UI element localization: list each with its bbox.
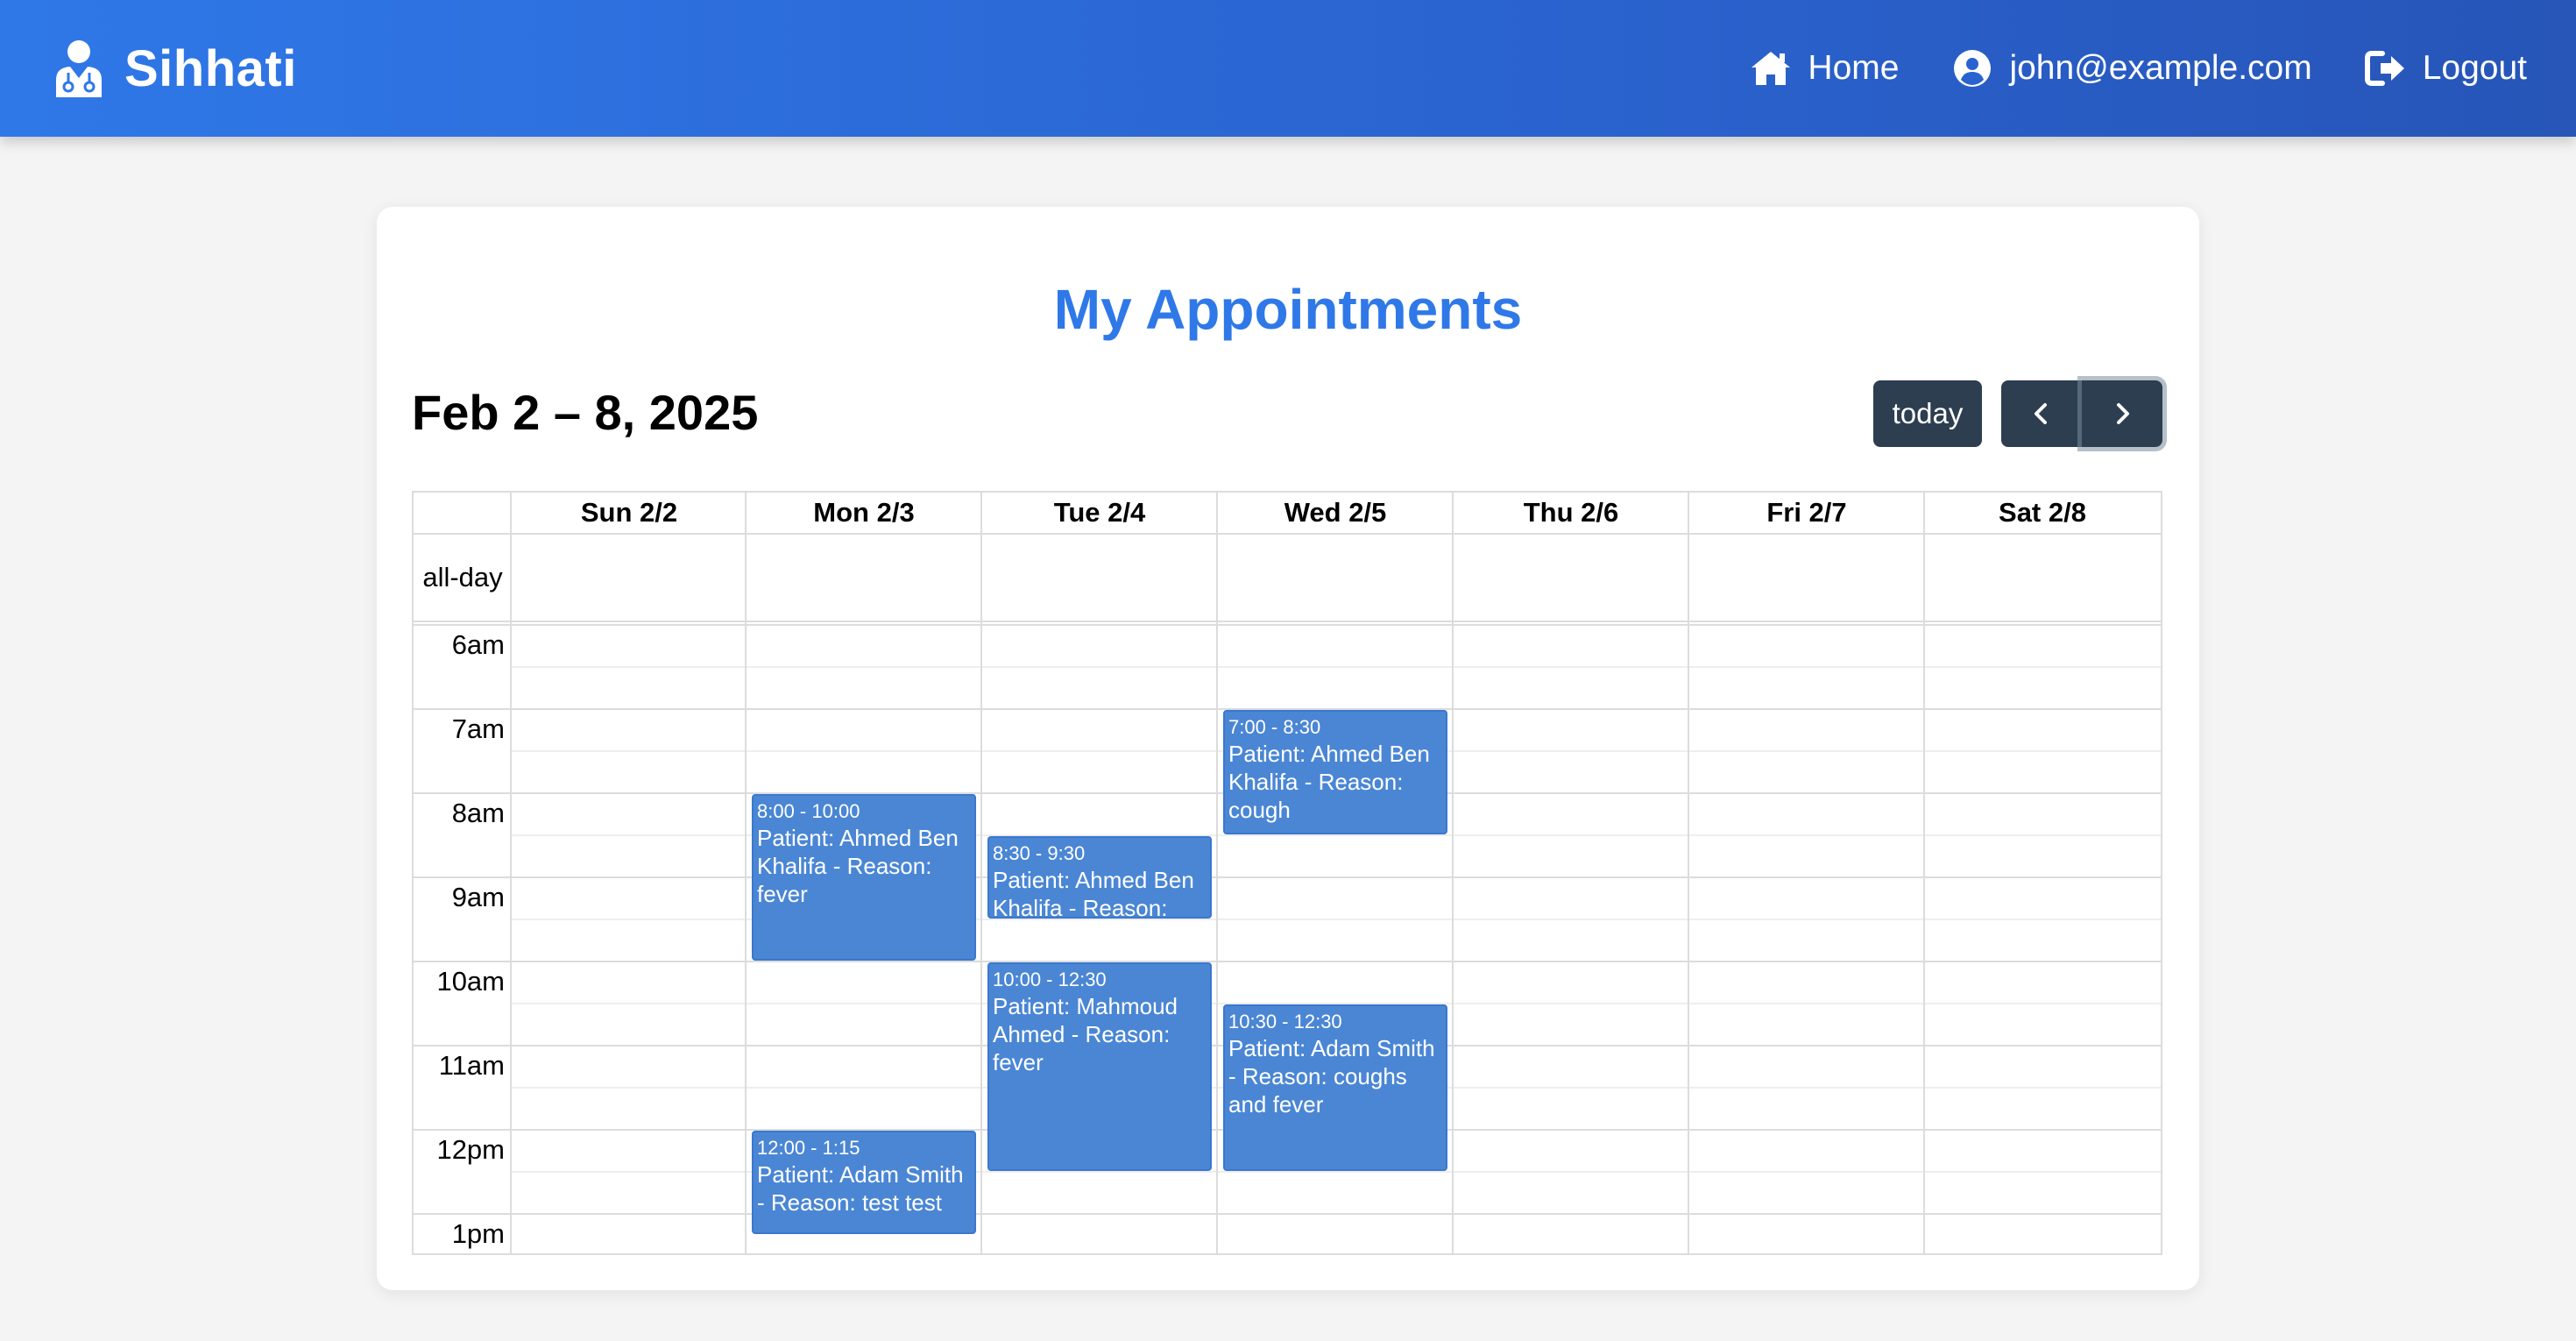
next-week-button[interactable]	[2082, 380, 2162, 447]
event-title: Patient: Ahmed Ben Khalifa - Reason:	[993, 867, 1194, 919]
day-header[interactable]: Tue 2/4	[982, 493, 1217, 533]
day-header[interactable]: Sat 2/8	[1925, 493, 2160, 533]
column-line	[745, 493, 747, 1253]
prev-week-button[interactable]	[2001, 380, 2082, 447]
event-title: Patient: Mahmoud Ahmed - Reason: fever	[993, 993, 1178, 1075]
appointment-event[interactable]: 10:30 - 12:30 Patient: Adam Smith - Reas…	[1223, 1004, 1447, 1171]
day-header[interactable]: Mon 2/3	[747, 493, 981, 533]
home-icon	[1752, 52, 1791, 85]
event-time: 12:00 - 1:15	[757, 1137, 860, 1159]
chevron-left-icon	[2035, 403, 2047, 424]
doctor-icon	[56, 40, 102, 97]
chevron-right-icon	[2117, 403, 2129, 424]
appointment-event[interactable]: 10:00 - 12:30 Patient: Mahmoud Ahmed - R…	[987, 962, 1212, 1171]
time-label: 9am	[451, 882, 505, 912]
day-header[interactable]: Wed 2/5	[1218, 493, 1453, 533]
time-label: 7am	[451, 713, 505, 744]
appointment-event[interactable]: 7:00 - 8:30 Patient: Ahmed Ben Khalifa -…	[1223, 710, 1447, 834]
calendar-range-title: Feb 2 – 8, 2025	[412, 385, 759, 440]
time-label: 1pm	[451, 1218, 505, 1249]
appointment-event[interactable]: 12:00 - 1:15 Patient: Adam Smith - Reaso…	[752, 1131, 976, 1234]
time-label: 10am	[436, 966, 505, 997]
slot-line	[512, 666, 2161, 668]
nav-user-link[interactable]: john@example.com	[1951, 48, 2312, 89]
top-navbar: Sihhati Home john@example.com Logout	[0, 0, 2576, 137]
time-label: 12pm	[436, 1134, 505, 1165]
header-divider	[414, 533, 2161, 535]
event-title: Patient: Ahmed Ben Khalifa - Reason: fev…	[757, 825, 959, 907]
nav-links: Home john@example.com Logout	[1750, 48, 2527, 89]
event-title: Patient: Adam Smith - Reason: coughs and…	[1228, 1035, 1435, 1118]
event-title: Patient: Adam Smith - Reason: test test	[757, 1161, 964, 1216]
event-time: 10:30 - 12:30	[1228, 1011, 1342, 1032]
time-label: 11am	[438, 1050, 505, 1081]
event-time: 8:00 - 10:00	[757, 800, 860, 822]
column-line	[1452, 493, 1454, 1253]
today-button[interactable]: today	[1873, 380, 1982, 447]
nav-user-label: john@example.com	[2009, 49, 2312, 87]
nav-home-link[interactable]: Home	[1750, 48, 1899, 89]
brand-name: Sihhati	[124, 39, 297, 97]
column-line	[1688, 493, 1689, 1253]
appointment-event[interactable]: 8:30 - 9:30 Patient: Ahmed Ben Khalifa -…	[987, 836, 1212, 919]
day-header[interactable]: Fri 2/7	[1689, 493, 1924, 533]
brand[interactable]: Sihhati	[53, 39, 297, 98]
hour-line	[414, 961, 2161, 962]
event-time: 10:00 - 12:30	[993, 968, 1107, 990]
hour-line	[414, 1213, 2161, 1215]
user-circle-icon	[1954, 50, 1992, 87]
time-label: 8am	[451, 798, 505, 828]
time-label: 6am	[451, 629, 505, 660]
day-header[interactable]: Thu 2/6	[1454, 493, 1688, 533]
logout-icon	[2364, 51, 2404, 86]
nav-logout-link[interactable]: Logout	[2364, 48, 2527, 89]
event-time: 7:00 - 8:30	[1228, 716, 1321, 738]
column-line	[1216, 493, 1218, 1253]
page-title: My Appointments	[1053, 278, 1523, 341]
nav-home-label: Home	[1808, 49, 1900, 87]
event-title: Patient: Ahmed Ben Khalifa - Reason: cou…	[1228, 741, 1430, 823]
column-line	[1923, 493, 1925, 1253]
event-time: 8:30 - 9:30	[993, 842, 1086, 864]
allday-divider	[414, 621, 2161, 626]
allday-label: all-day	[422, 562, 503, 592]
hour-line	[414, 876, 2161, 878]
appointment-event[interactable]: 8:00 - 10:00 Patient: Ahmed Ben Khalifa …	[752, 794, 976, 961]
column-line	[980, 493, 982, 1253]
nav-logout-label: Logout	[2422, 49, 2527, 87]
day-header[interactable]: Sun 2/2	[512, 493, 747, 533]
week-calendar: Sun 2/2 Mon 2/3 Tue 2/4 Wed 2/5 Thu 2/6 …	[412, 491, 2162, 1255]
